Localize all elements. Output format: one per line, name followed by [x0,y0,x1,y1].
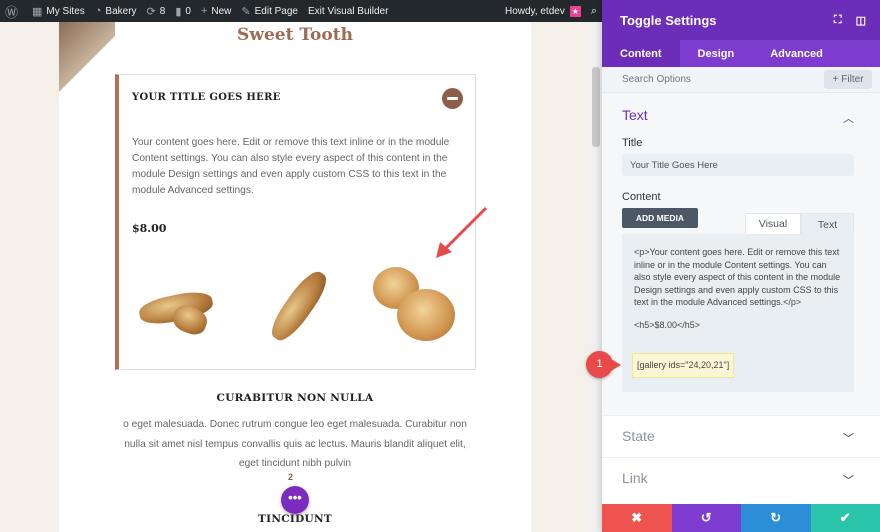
module-options-button[interactable]: ••• [281,486,309,514]
state-group-title: State [622,428,655,444]
filter-label: Filter [841,74,864,85]
scroll-thumb[interactable] [592,67,600,147]
chevron-down-icon: ﹀ [843,475,854,487]
filter-button[interactable]: + Filter [824,70,872,89]
wordpress-logo[interactable]: Ⓦ [0,0,27,22]
tab-advanced[interactable]: Advanced [752,40,841,67]
new-link[interactable]: + New [196,0,236,22]
title-field[interactable] [622,154,854,176]
account-menu[interactable]: Howdy, etdev ★ [500,0,586,22]
search-options-input[interactable] [622,74,802,85]
my-sites-label: My Sites [46,5,85,17]
toggle-body-text: Your content goes here. Edit or remove t… [132,137,450,196]
avatar: ★ [569,5,581,17]
chevron-up-icon[interactable]: ︿ [843,110,854,126]
title-field-label: Title [622,137,643,149]
layer-badge-count: 2 [288,472,294,482]
site-name-label: Bakery [105,5,137,17]
updates-icon: ⟳ [146,5,156,18]
text-group-title[interactable]: Text [622,107,648,123]
dashboard-icon: ◔ [94,5,102,17]
undo-icon: ↺ [700,510,712,525]
gallery-shortcode: [gallery ids="24,20,21"] [632,353,735,378]
new-label: New [211,5,232,17]
tab-text-editor[interactable]: Text [801,213,854,235]
exit-builder-label: Exit Visual Builder [308,5,389,17]
split-view-icon[interactable]: ◫ [856,14,866,27]
add-media-button[interactable]: ADD MEDIA [622,208,698,228]
plus-icon: + [200,5,208,17]
price-heading: $8.00 [132,222,167,235]
edit-page-link[interactable]: ✎ Edit Page [236,0,303,22]
panel-footer: ✖ ↺ ↻ ✔ [602,504,880,532]
expand-icon[interactable]: ⛶ [834,14,842,27]
cancel-button[interactable]: ✖ [602,504,672,532]
link-group-title: Link [622,470,648,486]
comments-count: 0 [185,5,191,17]
check-icon: ✔ [839,510,851,525]
toggle-collapse-icon[interactable] [442,88,463,109]
comments-link[interactable]: ▮ 0 [170,0,196,22]
next-heading: TINCIDUNT [258,513,332,525]
updates-count: 8 [159,5,166,17]
content-editor[interactable]: <p>Your content goes here. Edit or remov… [586,234,854,392]
tab-design[interactable]: Design [680,40,753,67]
redo-icon: ↻ [770,510,782,525]
gallery-image-baguette[interactable] [247,265,335,347]
panel-tabs: Content Design Advanced [602,40,880,67]
toggle-title[interactable]: YOUR TITLE GOES HERE [132,92,281,103]
plus-icon: + [832,74,839,85]
redo-button[interactable]: ↻ [741,504,811,532]
undo-button[interactable]: ↺ [671,504,741,532]
tab-content[interactable]: Content [602,40,680,67]
my-sites-link[interactable]: ▦ My Sites [27,0,90,22]
link-settings-group[interactable]: Link ﹀ [602,457,880,499]
tab-visual-editor[interactable]: Visual [745,213,801,235]
chevron-down-icon: ﹀ [843,433,854,445]
exit-builder-link[interactable]: Exit Visual Builder [303,0,393,22]
sites-icon: ▦ [32,5,43,18]
gallery-image-bread-rolls[interactable] [133,265,221,345]
close-icon: ✖ [631,510,643,525]
admin-search[interactable]: ⌕ [586,0,602,22]
settings-panel: Toggle Settings ⛶ ◫ Content Design Advan… [586,0,880,532]
search-row: +Filter [602,67,880,93]
wordpress-icon: Ⓦ [5,4,19,20]
section-heading: CURABITUR NON NULLA [216,392,374,404]
editor-line: <h5>$8.00</h5> [634,319,701,330]
admin-bar: Ⓦ ▦ My Sites ◔ Bakery ⟳ 8 ▮ 0 + New ✎ Edit Pag… [0,0,602,22]
edit-page-label: Edit Page [254,5,298,17]
panel-header: Toggle Settings ⛶ ◫ [602,0,880,40]
pencil-icon: ✎ [241,5,251,18]
updates-link[interactable]: ⟳ 8 [142,0,171,22]
comment-icon: ▮ [175,5,182,18]
site-name-link[interactable]: ◔ Bakery [90,0,142,22]
red-arrow-icon [436,206,488,258]
editor-line: <p>Your content goes here. Edit or remov… [634,247,841,307]
panel-title: Toggle Settings [620,12,717,28]
howdy-label: Howdy, etdev [504,5,565,17]
page-preview: Sweet Tooth YOUR TITLE GOES HERE Your co… [0,22,602,532]
page-scrollbar[interactable] [590,22,602,532]
gallery-image-muffins[interactable] [369,265,457,345]
callout-marker: 1 [586,351,621,378]
content-field-label: Content [622,191,661,203]
text-settings-group: Text ︿ Title Content ADD MEDIA Visual Te… [586,93,880,415]
state-settings-group[interactable]: State ﹀ [602,415,880,457]
section-text: o eget malesuada. Donec rutrum congue le… [123,419,467,469]
site-title: Sweet Tooth [237,25,353,45]
save-button[interactable]: ✔ [810,504,880,532]
search-icon: ⌕ [590,4,597,17]
toggle-module[interactable]: YOUR TITLE GOES HERE Your content goes h… [115,74,476,370]
